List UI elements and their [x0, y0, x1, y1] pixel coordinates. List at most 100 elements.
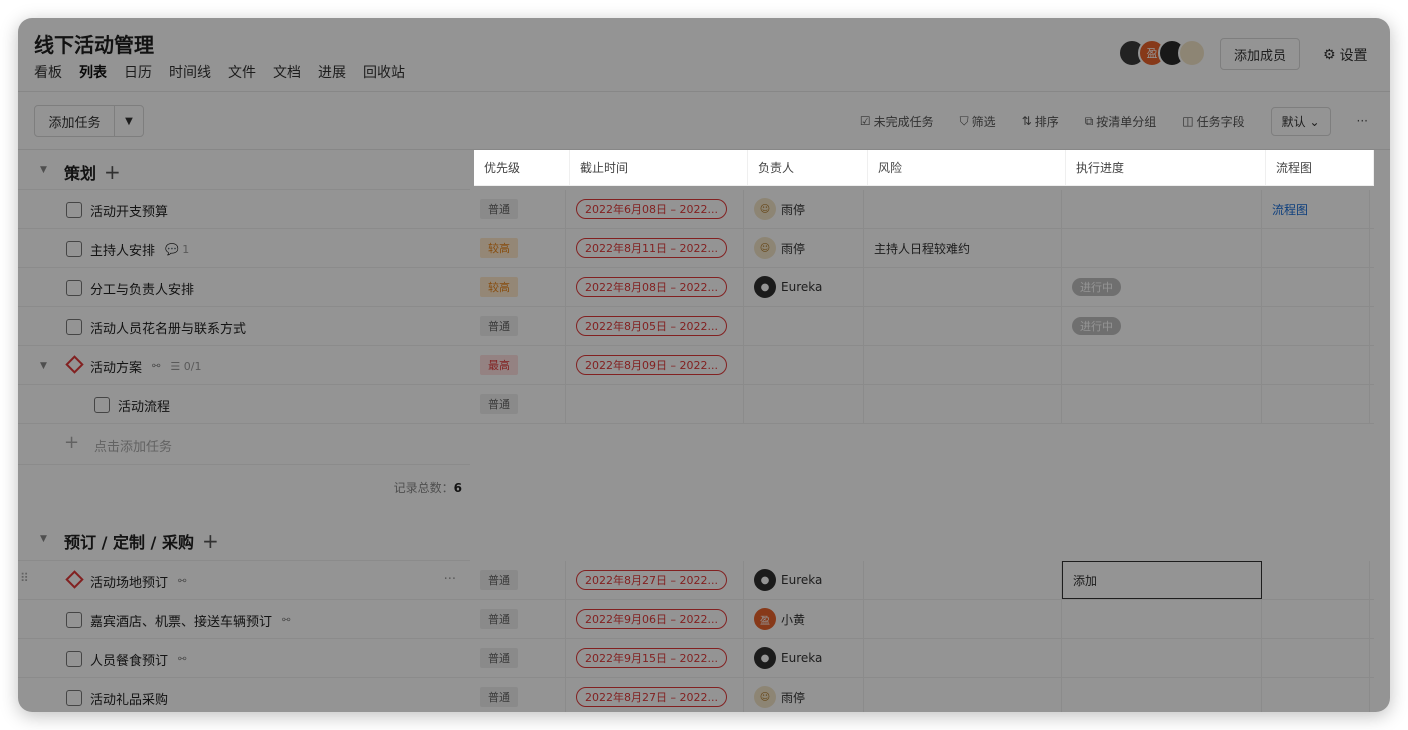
- risk-cell[interactable]: [864, 600, 1062, 638]
- priority-badge[interactable]: 较高: [480, 277, 518, 297]
- deadline-badge[interactable]: 2022年6月08日 – 2022...: [576, 199, 727, 219]
- assignee[interactable]: ☺ 雨停: [754, 237, 805, 259]
- tab-recycle-bin[interactable]: 回收站: [363, 62, 405, 82]
- deadline-badge[interactable]: 2022年9月15日 – 2022...: [576, 648, 727, 668]
- task-checkbox[interactable]: [66, 651, 82, 667]
- fields-button[interactable]: ◫ 任务字段: [1182, 113, 1244, 130]
- more-icon[interactable]: ···: [1357, 114, 1368, 128]
- risk-cell[interactable]: [864, 678, 1062, 712]
- progress-cell[interactable]: [1062, 678, 1262, 712]
- table-row[interactable]: ⠿ 活动场地预订 ⚯ ···: [18, 561, 470, 600]
- assignee-cell[interactable]: [744, 307, 864, 345]
- table-row[interactable]: 分工与负责人安排: [18, 268, 470, 307]
- table-row[interactable]: 活动礼品采购: [18, 678, 470, 712]
- member-avatars[interactable]: 盈: [1118, 39, 1206, 67]
- table-row[interactable]: ▼ 活动方案 ⚯ ☰ 0/1: [18, 346, 470, 385]
- table-row[interactable]: 嘉宾酒店、机票、接送车辆预订 ⚯: [18, 600, 470, 639]
- assignee[interactable]: ● Eureka: [754, 276, 822, 298]
- assignee[interactable]: ☺ 雨停: [754, 686, 805, 708]
- task-checkbox[interactable]: [66, 690, 82, 706]
- assignee[interactable]: 盈小黄: [754, 608, 805, 630]
- status-badge[interactable]: 进行中: [1072, 278, 1121, 296]
- tab-calendar[interactable]: 日历: [124, 62, 152, 82]
- plus-icon[interactable]: +: [104, 160, 121, 184]
- task-checkbox[interactable]: [66, 319, 82, 335]
- milestone-diamond-icon[interactable]: [65, 355, 84, 374]
- flowchart-cell[interactable]: [1262, 561, 1370, 599]
- progress-cell[interactable]: [1062, 385, 1262, 423]
- deadline-badge[interactable]: 2022年8月05日 – 2022...: [576, 316, 727, 336]
- add-member-button[interactable]: 添加成员: [1220, 38, 1300, 70]
- deadline-badge[interactable]: 2022年8月09日 – 2022...: [576, 355, 727, 375]
- flowchart-cell[interactable]: [1262, 229, 1370, 267]
- assignee[interactable]: ☺ 雨停: [754, 198, 805, 220]
- column-header-progress[interactable]: 执行进度: [1066, 150, 1266, 185]
- risk-cell[interactable]: [864, 268, 1062, 306]
- add-task-button[interactable]: 添加任务: [35, 106, 115, 136]
- deadline-badge[interactable]: 2022年8月11日 – 2022...: [576, 238, 727, 258]
- progress-cell[interactable]: [1062, 600, 1262, 638]
- view-select[interactable]: 默认 ⌄: [1270, 106, 1331, 136]
- priority-badge[interactable]: 普通: [480, 199, 518, 219]
- risk-cell[interactable]: [864, 190, 1062, 228]
- caret-down-icon[interactable]: ▼: [40, 361, 47, 371]
- group-button[interactable]: ⧉ 按清单分组: [1085, 113, 1157, 130]
- flowchart-cell[interactable]: [1262, 307, 1370, 345]
- priority-badge[interactable]: 最高: [480, 355, 518, 375]
- risk-cell[interactable]: [864, 346, 1062, 384]
- deadline-cell[interactable]: [566, 385, 744, 423]
- priority-badge[interactable]: 普通: [480, 316, 518, 336]
- task-checkbox[interactable]: [66, 612, 82, 628]
- assignee[interactable]: ● Eureka: [754, 647, 822, 669]
- flowchart-cell[interactable]: [1262, 385, 1370, 423]
- column-header-risk[interactable]: 风险: [868, 150, 1066, 185]
- sort-button[interactable]: ⇅ 排序: [1022, 113, 1059, 130]
- tab-kanban[interactable]: 看板: [34, 62, 62, 82]
- caret-down-icon[interactable]: ▼: [40, 165, 47, 175]
- priority-badge[interactable]: 普通: [480, 570, 518, 590]
- priority-badge[interactable]: 普通: [480, 687, 518, 707]
- deadline-badge[interactable]: 2022年9月06日 – 2022...: [576, 609, 727, 629]
- progress-cell[interactable]: [1062, 639, 1262, 677]
- caret-down-icon[interactable]: ▼: [40, 534, 47, 544]
- deadline-badge[interactable]: 2022年8月27日 – 2022...: [576, 687, 727, 707]
- assignee-cell[interactable]: [744, 385, 864, 423]
- assignee-cell[interactable]: [744, 346, 864, 384]
- flowchart-cell[interactable]: [1262, 678, 1370, 712]
- flowchart-cell[interactable]: [1262, 639, 1370, 677]
- flowchart-cell[interactable]: [1262, 346, 1370, 384]
- chevron-down-icon[interactable]: ▼: [115, 106, 143, 136]
- status-badge[interactable]: 进行中: [1072, 317, 1121, 335]
- milestone-diamond-icon[interactable]: [65, 570, 84, 589]
- task-checkbox[interactable]: [66, 241, 82, 257]
- priority-badge[interactable]: 普通: [480, 394, 518, 414]
- progress-cell[interactable]: [1062, 346, 1262, 384]
- column-header-deadline[interactable]: 截止时间: [570, 150, 748, 185]
- settings-button[interactable]: ⚙ 设置: [1323, 45, 1368, 65]
- incomplete-filter[interactable]: ☑ 未完成任务: [860, 113, 934, 130]
- table-row[interactable]: 人员餐食预订 ⚯: [18, 639, 470, 678]
- priority-badge[interactable]: 较高: [480, 238, 518, 258]
- tab-docs[interactable]: 文档: [273, 62, 301, 82]
- drag-handle-icon[interactable]: ⠿: [20, 571, 29, 585]
- assignee[interactable]: ● Eureka: [754, 569, 822, 591]
- flowchart-cell[interactable]: [1262, 268, 1370, 306]
- column-header-priority[interactable]: 优先级: [474, 150, 570, 185]
- risk-cell[interactable]: [864, 307, 1062, 345]
- progress-input[interactable]: 添加: [1062, 561, 1262, 599]
- task-checkbox[interactable]: [94, 397, 110, 413]
- tab-progress[interactable]: 进展: [318, 62, 346, 82]
- column-header-assignee[interactable]: 负责人: [748, 150, 868, 185]
- task-checkbox[interactable]: [66, 280, 82, 296]
- add-task-row[interactable]: + 点击添加任务: [18, 424, 470, 465]
- progress-cell[interactable]: [1062, 229, 1262, 267]
- table-row[interactable]: 活动人员花名册与联系方式: [18, 307, 470, 346]
- flowchart-link[interactable]: 流程图: [1272, 201, 1308, 218]
- priority-badge[interactable]: 普通: [480, 648, 518, 668]
- table-row[interactable]: 活动开支预算: [18, 190, 470, 229]
- risk-cell[interactable]: [864, 639, 1062, 677]
- priority-badge[interactable]: 普通: [480, 609, 518, 629]
- table-row[interactable]: 活动流程: [18, 385, 470, 424]
- tab-list[interactable]: 列表: [79, 62, 107, 82]
- deadline-badge[interactable]: 2022年8月27日 – 2022...: [576, 570, 727, 590]
